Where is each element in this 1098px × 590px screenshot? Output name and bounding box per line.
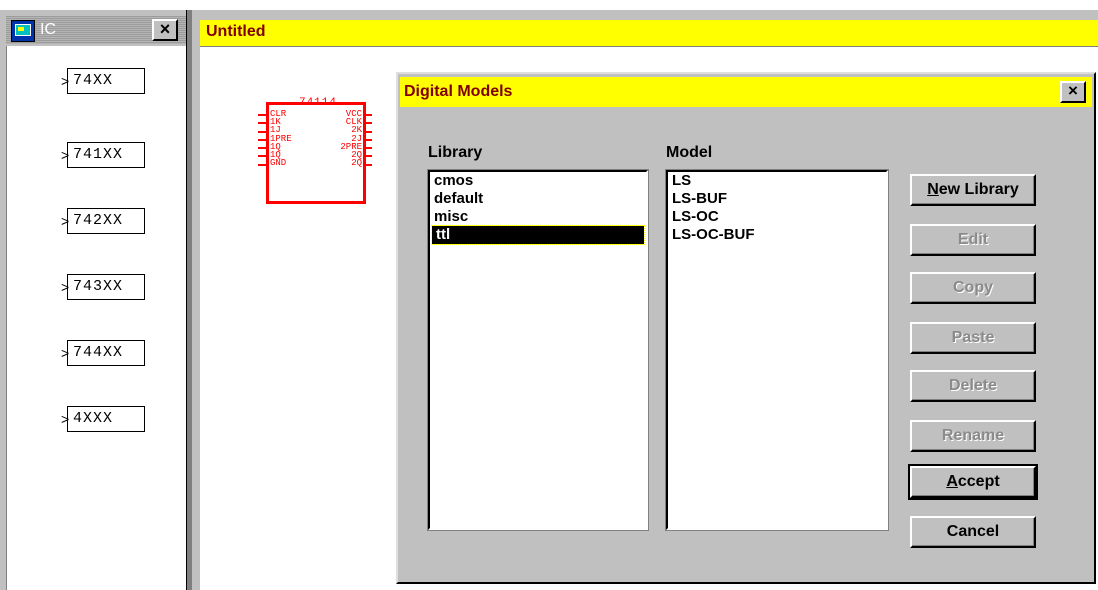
chip-pin-lead — [258, 114, 266, 116]
library-label: Library — [428, 144, 483, 161]
model-label: Model — [666, 144, 713, 161]
edit-button[interactable]: Edit — [910, 224, 1036, 256]
schematic-titlebar[interactable]: Untitled — [200, 20, 1098, 47]
palette-item-4xxx[interactable]: 4XXX — [61, 406, 145, 432]
chip-pin-lead — [258, 164, 266, 166]
chip-pin-lead — [364, 155, 372, 157]
accept-label: ccept — [957, 473, 1000, 490]
dialog-body: Library Model cmos default misc ttl LS L… — [402, 110, 1090, 578]
palette-close-button[interactable]: × — [152, 19, 178, 41]
model-item-ls-oc[interactable]: LS-OC — [668, 208, 886, 226]
model-item-ls-oc-buf[interactable]: LS-OC-BUF — [668, 226, 886, 244]
new-library-button[interactable]: New Library — [910, 174, 1036, 206]
palette-item-743xx[interactable]: 743XX — [61, 274, 145, 300]
chip-pin-lead — [364, 114, 372, 116]
chip-pin-lead — [364, 164, 372, 166]
library-listbox[interactable]: cmos default misc ttl — [427, 169, 649, 531]
new-library-label: ew Library — [938, 181, 1019, 198]
new-library-mnemonic: N — [927, 181, 939, 198]
palette-item-744xx[interactable]: 744XX — [61, 340, 145, 366]
chip-pin-lead — [258, 147, 266, 149]
palette-item-741xx[interactable]: 741XX — [61, 142, 145, 168]
model-item-ls[interactable]: LS — [668, 172, 886, 190]
digital-models-dialog: Digital Models × Library Model cmos defa… — [396, 72, 1096, 584]
chip-right-pins: VCC CLK 2K 2J 2PRE 2Q 2Q — [340, 109, 362, 169]
accept-button[interactable]: Accept — [908, 464, 1038, 500]
palette-body: 74XX 741XX 742XX 743XX 744XX 4XXX — [6, 46, 187, 590]
dialog-close-button[interactable]: × — [1060, 81, 1086, 103]
palette-item-74xx[interactable]: 74XX — [61, 68, 145, 94]
cancel-button[interactable]: Cancel — [910, 516, 1036, 548]
accept-mnemonic: A — [946, 473, 958, 490]
dialog-title: Digital Models — [404, 83, 513, 100]
palette-titlebar[interactable]: IC × — [6, 16, 186, 44]
chip-pin-label: 2Q — [351, 158, 362, 169]
ic-palette-window: IC × 74XX 741XX 742XX 743XX 744XX 4XXX — [0, 10, 190, 590]
chip-pin-lead — [364, 122, 372, 124]
paste-button[interactable]: Paste — [910, 322, 1036, 354]
model-item-ls-buf[interactable]: LS-BUF — [668, 190, 886, 208]
rename-button[interactable]: Rename — [910, 420, 1036, 452]
chip-pin-lead — [364, 139, 372, 141]
schematic-title: Untitled — [206, 23, 266, 40]
copy-button[interactable]: Copy — [910, 272, 1036, 304]
chip-pin-lead — [258, 131, 266, 133]
chip-pin-lead — [364, 131, 372, 133]
delete-button[interactable]: Delete — [910, 370, 1036, 402]
chip-pin-lead — [258, 122, 266, 124]
palette-item-742xx[interactable]: 742XX — [61, 208, 145, 234]
library-item-misc[interactable]: misc — [430, 208, 646, 226]
chip-pin-lead — [258, 139, 266, 141]
dialog-titlebar[interactable]: Digital Models × — [400, 77, 1092, 107]
library-item-ttl[interactable]: ttl — [431, 225, 645, 245]
chip-pin-lead — [258, 155, 266, 157]
chip-left-pins: CLR 1K 1J 1PRE 1Q 1Q GND — [270, 109, 292, 169]
ic-74114-symbol[interactable]: 74114 CLR 1K 1J 1PRE 1Q 1Q GND VCC CLK 2… — [258, 98, 372, 206]
model-listbox[interactable]: LS LS-BUF LS-OC LS-OC-BUF — [665, 169, 889, 531]
chip-pin-label: GND — [270, 158, 287, 169]
palette-title: IC — [40, 21, 56, 38]
app-icon — [11, 20, 35, 42]
library-item-cmos[interactable]: cmos — [430, 172, 646, 190]
library-item-default[interactable]: default — [430, 190, 646, 208]
chip-pin-lead — [364, 147, 372, 149]
